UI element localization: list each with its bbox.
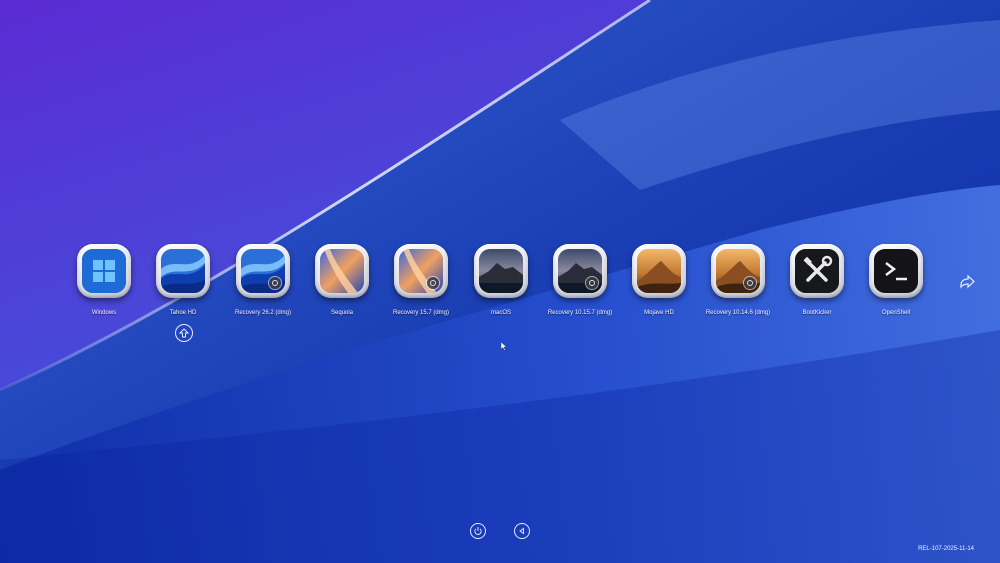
boot-entry-label: Windows [91,310,117,316]
version-label: REL-107-2025-11-14 [918,546,974,552]
recovery-badge-icon [427,277,439,289]
next-page-arrow-icon[interactable] [958,272,978,292]
boot-entry-label: Sequoia [330,310,354,316]
catalina-recovery-icon [558,249,602,293]
mojave-recovery-icon [716,249,760,293]
tahoe-recovery-icon [241,249,285,293]
windows-logo-icon [82,249,126,293]
boot-entry-label: BootKicker [802,310,832,316]
boot-entry-label: OpenShell [881,310,911,316]
tahoe-wallpaper-icon [161,249,205,293]
restart-icon [519,527,524,535]
boot-entry-openshell[interactable]: OpenShell [856,244,936,324]
boot-entry-frame [474,244,528,298]
boot-entry-label: macOS [490,310,511,316]
selection-indicator-icon [175,324,193,342]
boot-entry-recovery-26-2[interactable]: Recovery 26.2 (dmg) [223,244,303,324]
boot-entry-label: Mojave HD [644,310,674,316]
mojave-wallpaper-icon [637,249,681,293]
boot-entry-frame [790,244,844,298]
boot-entry-bootkicker[interactable]: BootKicker [777,244,857,324]
boot-entry-frame [394,244,448,298]
boot-entry-label: Recovery 10.15.7 (dmg) [547,310,613,316]
recovery-badge-icon [269,277,281,289]
sequoia-recovery-icon [399,249,443,293]
recovery-badge-icon [744,277,756,289]
sequoia-wallpaper-icon [320,249,364,293]
boot-entry-mojave-hd[interactable]: Mojave HD [619,244,699,324]
recovery-badge-icon [586,277,598,289]
boot-entry-frame [711,244,765,298]
terminal-icon [874,249,918,293]
boot-entry-frame [553,244,607,298]
boot-entry-recovery-10-15-7[interactable]: Recovery 10.15.7 (dmg) [540,244,620,324]
boot-entry-frame [315,244,369,298]
boot-entry-frame [869,244,923,298]
boot-entry-frame [632,244,686,298]
boot-entry-frame [236,244,290,298]
boot-entry-tahoe-hd[interactable]: Tahoe HD [143,244,223,324]
boot-entry-sequoia[interactable]: Sequoia [302,244,382,324]
mouse-cursor-icon [500,338,508,356]
boot-entry-recovery-15-7[interactable]: Recovery 15.7 (dmg) [381,244,461,324]
tools-icon [795,249,839,293]
boot-entry-windows[interactable]: Windows [64,244,144,324]
boot-entry-macos[interactable]: macOS [461,244,541,324]
boot-entry-label: Recovery 10.14.6 (dmg) [705,310,771,316]
boot-entry-label: Recovery 26.2 (dmg) [234,310,292,316]
boot-entry-frame [77,244,131,298]
boot-entry-recovery-10-14-6[interactable]: Recovery 10.14.6 (dmg) [698,244,778,324]
boot-entry-label: Tahoe HD [169,310,197,316]
shutdown-button[interactable] [470,523,486,539]
restart-button[interactable] [514,523,530,539]
boot-entry-frame [156,244,210,298]
catalina-wallpaper-icon [479,249,523,293]
boot-entry-label: Recovery 15.7 (dmg) [392,310,450,316]
power-icon [474,527,482,535]
